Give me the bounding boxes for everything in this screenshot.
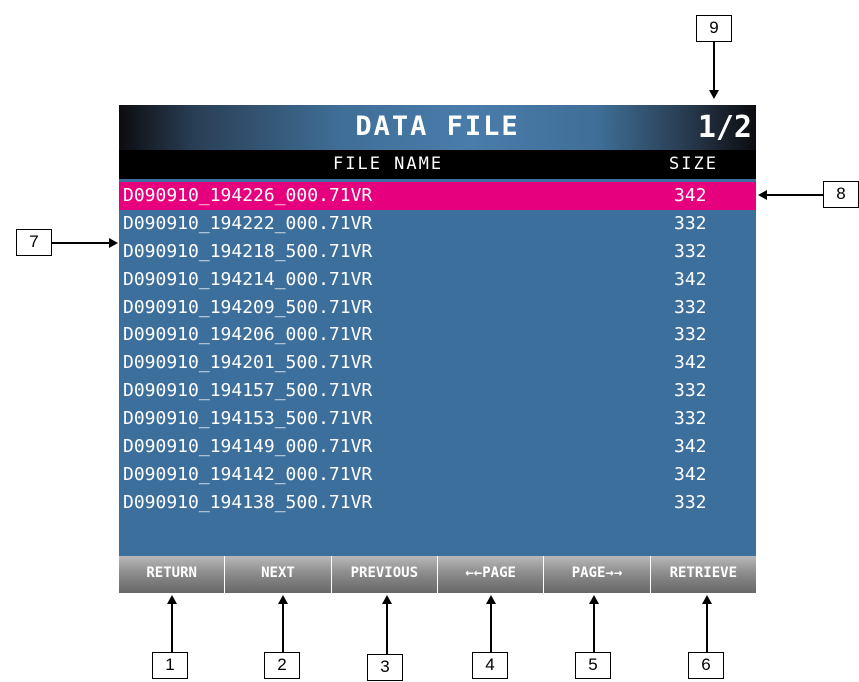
file-name: D090910_194226_000.71VR <box>123 185 373 206</box>
file-row[interactable]: D090910_194206_000.71VR 332 <box>119 321 756 349</box>
column-header-row: FILE NAME SIZE <box>119 150 756 179</box>
file-size: 332 <box>674 491 707 513</box>
callout-4-arrow <box>486 595 496 604</box>
file-size: 332 <box>674 296 707 318</box>
file-name: D090910_194209_500.71VR <box>123 296 373 318</box>
file-row[interactable]: D090910_194138_500.71VR 332 <box>119 489 756 517</box>
file-row[interactable]: D090910_194142_000.71VR 342 <box>119 461 756 489</box>
file-size: 332 <box>674 240 707 262</box>
file-name: D090910_194214_000.71VR <box>123 268 373 290</box>
file-row[interactable]: D090910_194157_500.71VR 332 <box>119 377 756 405</box>
file-row[interactable]: D090910_194201_500.71VR 342 <box>119 349 756 377</box>
callout-2-leader <box>282 604 284 652</box>
file-size: 332 <box>674 324 707 346</box>
callout-9: 9 <box>696 15 732 42</box>
callout-8-arrow <box>758 190 767 200</box>
callout-5-arrow <box>589 595 599 604</box>
file-size: 342 <box>674 185 707 206</box>
page-indicator: 1/2 <box>697 110 752 145</box>
file-size: 342 <box>674 352 707 374</box>
softkey-bar: RETURN NEXT PREVIOUS ←←PAGE PAGE→→ RETRI… <box>119 556 756 593</box>
callout-7-leader <box>52 242 110 244</box>
callout-8-leader <box>767 194 823 196</box>
file-name: D090910_194218_500.71VR <box>123 240 373 262</box>
column-header-file-name: FILE NAME <box>333 154 444 174</box>
file-size: 332 <box>674 380 707 402</box>
callout-1-leader <box>171 604 173 652</box>
callout-3-arrow <box>382 595 392 604</box>
file-name: D090910_194149_000.71VR <box>123 436 373 458</box>
next-button[interactable]: NEXT <box>225 556 332 593</box>
retrieve-button[interactable]: RETRIEVE <box>650 556 756 593</box>
callout-5: 5 <box>575 652 611 679</box>
file-row[interactable]: D090910_194209_500.71VR 332 <box>119 294 756 322</box>
file-name: D090910_194142_000.71VR <box>123 463 373 485</box>
return-button[interactable]: RETURN <box>119 556 226 593</box>
callout-7-arrow <box>109 238 118 248</box>
file-name: D090910_194153_500.71VR <box>123 408 373 430</box>
callout-9-leader <box>713 42 715 91</box>
callout-3-leader <box>386 604 388 654</box>
file-size: 332 <box>674 408 707 430</box>
file-size: 342 <box>674 463 707 485</box>
callout-6-arrow <box>702 595 712 604</box>
file-name: D090910_194138_500.71VR <box>123 491 373 513</box>
file-size: 332 <box>674 212 707 234</box>
file-row[interactable]: D090910_194214_000.71VR 342 <box>119 266 756 294</box>
callout-4-leader <box>490 604 492 652</box>
callout-6-leader <box>706 604 708 652</box>
callout-2-arrow <box>278 595 288 604</box>
callout-4: 4 <box>472 652 508 679</box>
callout-3: 3 <box>367 654 403 681</box>
callout-7: 7 <box>16 229 52 256</box>
callout-1-arrow <box>167 595 177 604</box>
previous-button[interactable]: PREVIOUS <box>331 556 438 593</box>
file-row[interactable]: D090910_194153_500.71VR 332 <box>119 405 756 433</box>
screen-title: DATA FILE <box>355 111 520 142</box>
file-size: 342 <box>674 268 707 290</box>
page-back-button[interactable]: ←←PAGE <box>437 556 545 593</box>
callout-8: 8 <box>823 181 859 208</box>
data-file-screen: DATA FILE 1/2 FILE NAME SIZE D090910_194… <box>119 105 756 593</box>
file-name: D090910_194206_000.71VR <box>123 324 373 346</box>
file-row[interactable]: D090910_194149_000.71VR 342 <box>119 433 756 461</box>
file-name: D090910_194222_000.71VR <box>123 212 373 234</box>
callout-5-leader <box>593 604 595 652</box>
callout-1: 1 <box>152 652 188 679</box>
file-row[interactable]: D090910_194218_500.71VR 332 <box>119 238 756 266</box>
callout-6: 6 <box>688 652 724 679</box>
callout-2: 2 <box>264 652 300 679</box>
file-size: 342 <box>674 436 707 458</box>
file-name: D090910_194157_500.71VR <box>123 380 373 402</box>
file-list: D090910_194226_000.71VR 342 D090910_1942… <box>119 182 756 517</box>
file-name: D090910_194201_500.71VR <box>123 352 373 374</box>
column-header-size: SIZE <box>669 154 718 174</box>
page-forward-button[interactable]: PAGE→→ <box>544 556 651 593</box>
file-row[interactable]: D090910_194222_000.71VR 332 <box>119 210 756 238</box>
file-row-selected[interactable]: D090910_194226_000.71VR 342 <box>119 182 756 210</box>
callout-9-arrow <box>709 90 719 99</box>
title-bar: DATA FILE 1/2 <box>119 105 756 150</box>
